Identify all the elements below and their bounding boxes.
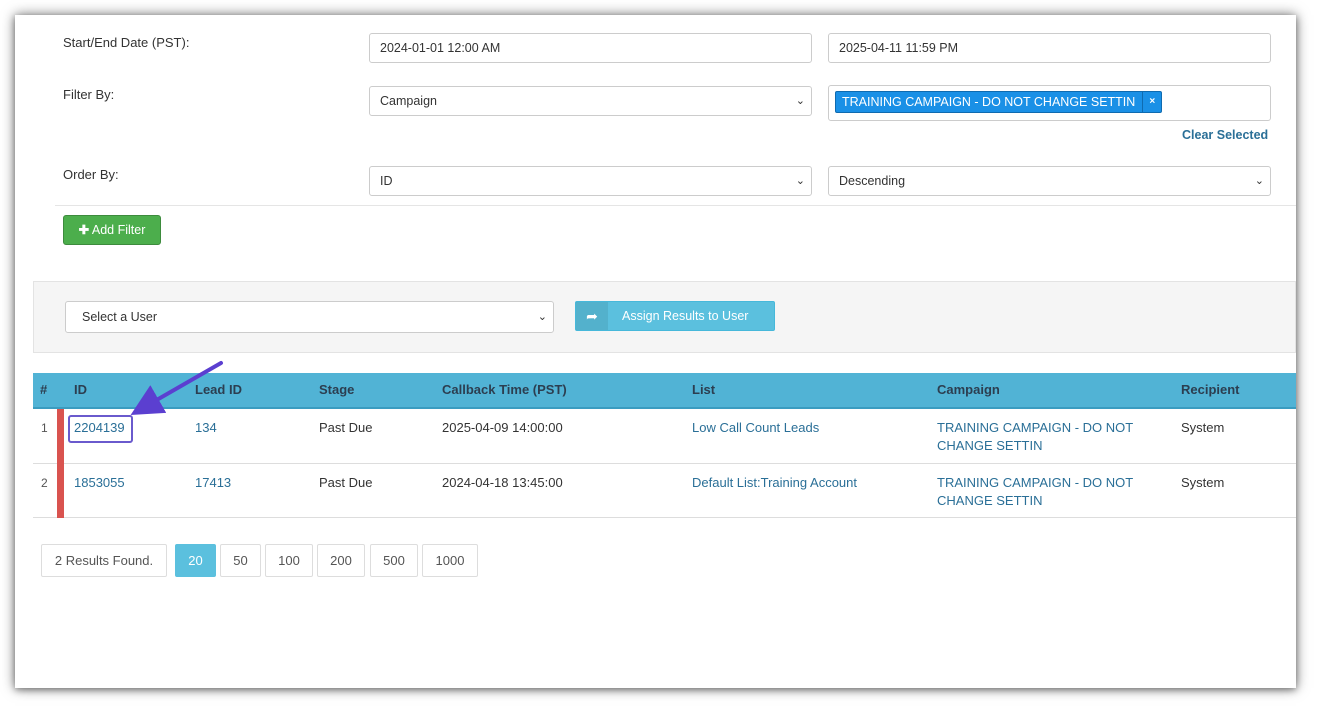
- callback-time-cell: 2025-04-09 14:00:00: [442, 420, 563, 435]
- date-range-label: Start/End Date (PST):: [63, 35, 190, 50]
- row-number: 2: [41, 476, 48, 490]
- column-header-number: #: [40, 382, 48, 397]
- order-by-select[interactable]: ID ⌄: [369, 166, 812, 196]
- clear-selected-link[interactable]: Clear Selected: [1182, 128, 1268, 142]
- column-header-recipient[interactable]: Recipient: [1181, 382, 1240, 397]
- campaign-link-line1: TRAINING CAMPAIGN - DO NOT: [937, 475, 1134, 490]
- divider: [55, 205, 1296, 206]
- campaign-link[interactable]: TRAINING CAMPAIGN - DO NOT CHANGE SETTIN: [937, 419, 1133, 455]
- page-size-1000[interactable]: 1000: [422, 544, 478, 577]
- share-arrow-icon: ➦: [576, 302, 608, 330]
- row-marker: [57, 409, 64, 464]
- row-number: 1: [41, 421, 48, 435]
- tag-remove-icon[interactable]: ×: [1142, 92, 1161, 112]
- filter-by-select[interactable]: Campaign ⌄: [369, 86, 812, 116]
- stage-cell: Past Due: [319, 475, 373, 490]
- start-date-input[interactable]: 2024-01-01 12:00 AM: [369, 33, 812, 63]
- campaign-link-line2: CHANGE SETTIN: [937, 438, 1043, 453]
- plus-icon: ✚: [78, 223, 90, 237]
- campaign-tag: TRAINING CAMPAIGN - DO NOT CHANGE SETTIN…: [835, 91, 1163, 113]
- page-size-200[interactable]: 200: [317, 544, 365, 577]
- end-date-input[interactable]: 2025-04-11 11:59 PM: [828, 33, 1271, 63]
- column-header-list[interactable]: List: [692, 382, 715, 397]
- chevron-down-icon: ⌄: [795, 95, 805, 107]
- chevron-down-icon: ⌄: [1254, 175, 1264, 187]
- list-link[interactable]: Default List:Training Account: [692, 474, 857, 492]
- campaign-link[interactable]: TRAINING CAMPAIGN - DO NOT CHANGE SETTIN: [937, 474, 1133, 510]
- campaign-tag-label: TRAINING CAMPAIGN - DO NOT CHANGE SETTIN: [842, 95, 1136, 109]
- campaign-link-line2: CHANGE SETTIN: [937, 493, 1043, 508]
- annotation-arrow: [130, 361, 223, 415]
- callback-time-cell: 2024-04-18 13:45:00: [442, 475, 563, 490]
- chevron-down-icon: ⌄: [537, 311, 547, 323]
- add-filter-button[interactable]: ✚ Add Filter: [63, 215, 161, 245]
- record-id-link[interactable]: 1853055: [74, 474, 125, 492]
- add-filter-label: Add Filter: [91, 223, 146, 237]
- order-direction-select[interactable]: Descending ⌄: [828, 166, 1271, 196]
- campaign-link-line1: TRAINING CAMPAIGN - DO NOT: [937, 420, 1134, 435]
- assign-results-button[interactable]: ➦ Assign Results to User: [575, 301, 775, 331]
- recipient-cell: System: [1181, 420, 1225, 435]
- order-direction-value: Descending: [839, 174, 906, 188]
- filter-by-label: Filter By:: [63, 87, 115, 102]
- table-row: 2 1853055 17413 Past Due 2024-04-18 13:4…: [33, 464, 1296, 518]
- user-select[interactable]: Select a User ⌄: [65, 301, 554, 333]
- lead-id-link[interactable]: 17413: [195, 474, 231, 492]
- recipient-cell: System: [1181, 475, 1225, 490]
- page-size-100[interactable]: 100: [265, 544, 313, 577]
- order-by-label: Order By:: [63, 167, 119, 182]
- list-link[interactable]: Low Call Count Leads: [692, 419, 819, 437]
- page-size-20[interactable]: 20: [175, 544, 216, 577]
- campaign-tag-input[interactable]: TRAINING CAMPAIGN - DO NOT CHANGE SETTIN…: [828, 85, 1271, 121]
- column-header-campaign[interactable]: Campaign: [937, 382, 1000, 397]
- chevron-down-icon: ⌄: [795, 175, 805, 187]
- column-header-callback-time[interactable]: Callback Time (PST): [442, 382, 567, 397]
- app-window: Start/End Date (PST): 2024-01-01 12:00 A…: [15, 15, 1296, 688]
- row-marker: [57, 464, 64, 518]
- column-header-stage[interactable]: Stage: [319, 382, 354, 397]
- filter-by-value: Campaign: [380, 94, 437, 108]
- order-by-value: ID: [380, 174, 393, 188]
- stage-cell: Past Due: [319, 420, 373, 435]
- page-size-500[interactable]: 500: [370, 544, 418, 577]
- user-select-value: Select a User: [82, 310, 158, 324]
- page-size-50[interactable]: 50: [220, 544, 261, 577]
- assign-results-label: Assign Results to User: [622, 309, 749, 323]
- assign-panel: Select a User ⌄ ➦ Assign Results to User: [33, 281, 1296, 353]
- results-count: 2 Results Found.: [41, 544, 167, 577]
- column-header-id[interactable]: ID: [74, 382, 87, 397]
